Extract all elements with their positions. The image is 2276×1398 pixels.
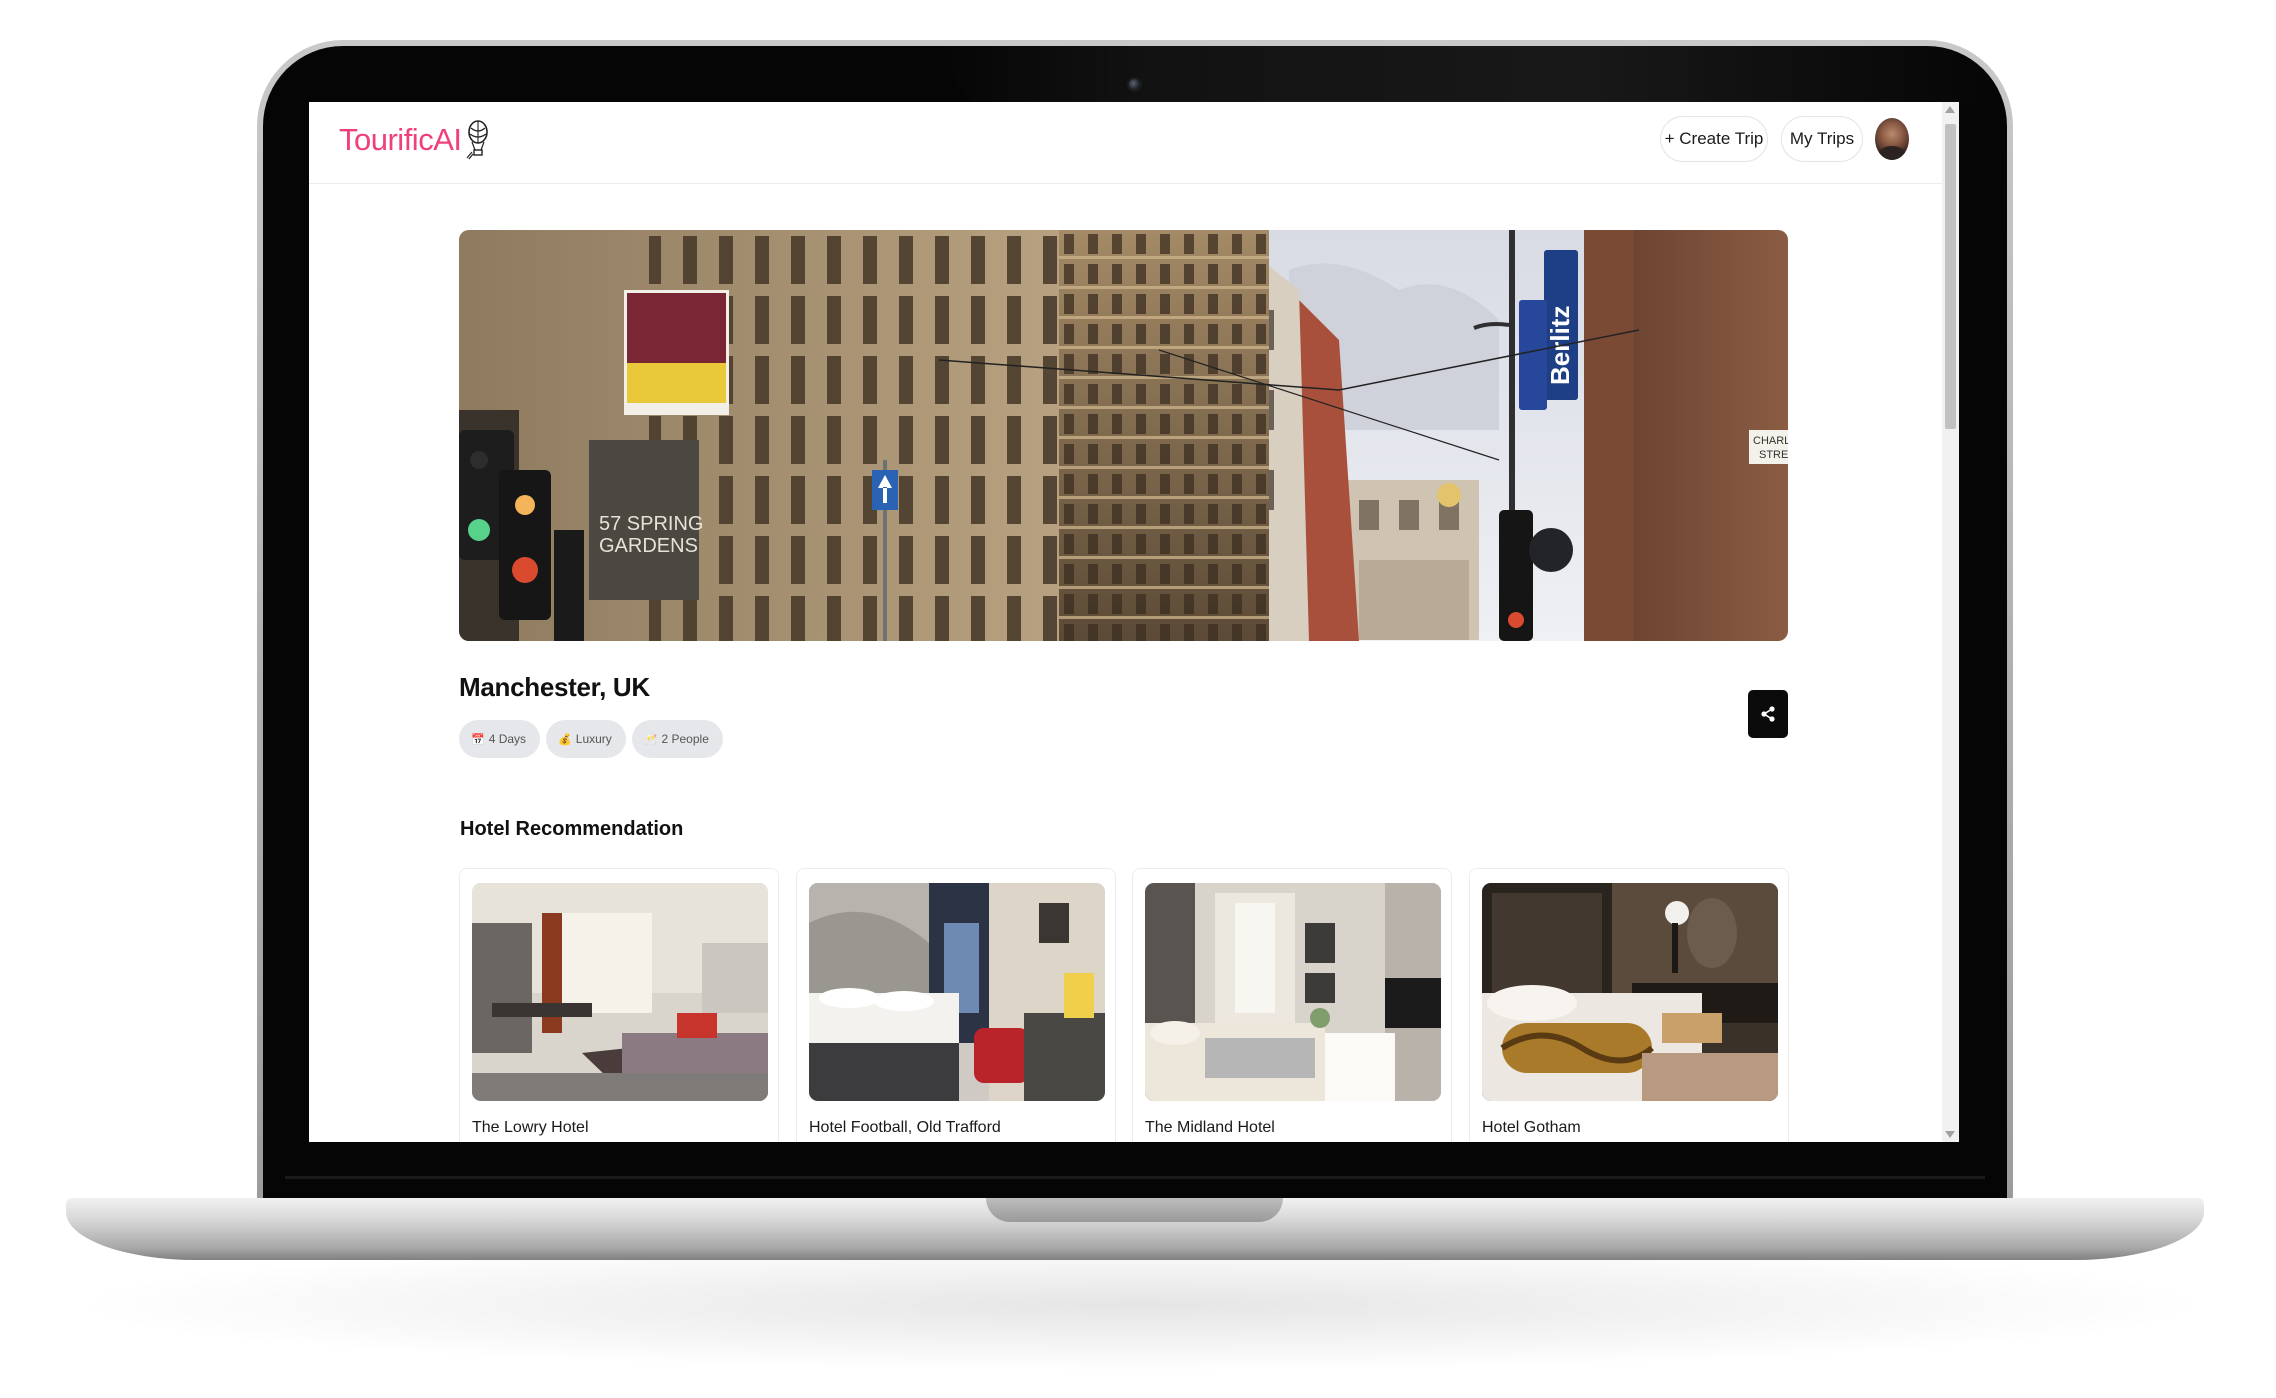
share-icon bbox=[1761, 706, 1775, 722]
hotel-image bbox=[1482, 883, 1778, 1101]
hotel-name: The Midland Hotel bbox=[1145, 1119, 1275, 1136]
hotel-card-list: The Lowry Hotel Hotel Football, Old Traf… bbox=[459, 868, 1789, 1142]
bezel-edge bbox=[285, 1176, 1985, 1179]
calendar-icon: 📅 bbox=[471, 733, 485, 746]
hotel-card[interactable]: Hotel Gotham bbox=[1469, 868, 1789, 1142]
street-illustration: 57 SPRING GARDENS Berlitz CHARLO STR bbox=[459, 230, 1788, 641]
scrollbar-thumb[interactable] bbox=[1945, 124, 1956, 429]
duration-pill: 📅 4 Days bbox=[459, 720, 541, 758]
svg-text:GARDENS: GARDENS bbox=[599, 535, 698, 557]
budget-pill: 💰 Luxury bbox=[546, 720, 626, 758]
my-trips-button[interactable]: My Trips bbox=[1781, 116, 1863, 162]
bezel-sheen bbox=[930, 46, 2010, 104]
hotel-image bbox=[809, 883, 1105, 1101]
hotel-card[interactable]: Hotel Football, Old Trafford bbox=[796, 868, 1116, 1142]
spring-gardens-sign: 57 SPRING bbox=[599, 513, 703, 535]
brand-logo[interactable]: TourificAI bbox=[339, 120, 491, 160]
trip-info-pills: 📅 4 Days 💰 Luxury 🥂 2 People bbox=[459, 720, 723, 758]
svg-text:CHARLO: CHARLO bbox=[1753, 435, 1788, 447]
destination-title: Manchester, UK bbox=[459, 672, 650, 702]
site-header: TourificAI + Create Trip My Trips bbox=[309, 102, 1942, 184]
hotel-name: Hotel Gotham bbox=[1482, 1119, 1581, 1136]
brand-name: TourificAI bbox=[339, 122, 462, 157]
svg-text:STREE: STREE bbox=[1759, 449, 1788, 461]
travelers-pill: 🥂 2 People bbox=[631, 720, 723, 758]
duration-label: 4 Days bbox=[488, 732, 527, 746]
hotel-card[interactable]: The Lowry Hotel bbox=[459, 868, 779, 1142]
scroll-up-arrow-icon[interactable] bbox=[1945, 106, 1955, 113]
laptop-base-notch bbox=[986, 1198, 1283, 1222]
webcam-icon bbox=[1127, 77, 1142, 92]
destination-hero-image: 57 SPRING GARDENS Berlitz CHARLO STR bbox=[459, 230, 1788, 641]
hotel-name: Hotel Football, Old Trafford bbox=[809, 1119, 1001, 1136]
budget-label: Luxury bbox=[575, 732, 612, 746]
scroll-down-arrow-icon[interactable] bbox=[1945, 1131, 1955, 1138]
hot-air-balloon-icon bbox=[467, 120, 489, 160]
people-icon: 🥂 bbox=[643, 733, 658, 746]
user-avatar[interactable] bbox=[1875, 118, 1909, 160]
hotel-card[interactable]: The Midland Hotel bbox=[1132, 868, 1452, 1142]
browser-viewport: TourificAI + Create Trip My Trips 57 SPR… bbox=[309, 102, 1959, 1142]
hotel-section-title: Hotel Recommendation bbox=[460, 818, 684, 840]
create-trip-button[interactable]: + Create Trip bbox=[1660, 116, 1768, 162]
hotel-image bbox=[472, 883, 768, 1101]
hotel-name: The Lowry Hotel bbox=[472, 1119, 589, 1136]
money-bag-icon: 💰 bbox=[558, 733, 572, 746]
page-scrollbar[interactable] bbox=[1942, 102, 1959, 1142]
share-button[interactable] bbox=[1748, 690, 1788, 738]
travelers-label: 2 People bbox=[661, 732, 709, 746]
hotel-image bbox=[1145, 883, 1441, 1101]
avatar-body bbox=[1878, 146, 1906, 160]
